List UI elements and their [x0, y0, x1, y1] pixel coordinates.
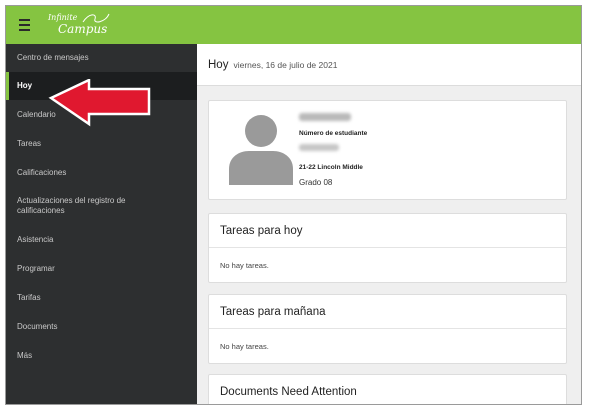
- sidebar-item-documents[interactable]: Documents: [6, 312, 197, 341]
- red-arrow-annotation-icon: [48, 79, 151, 127]
- sidebar-item-mas[interactable]: Más: [6, 341, 197, 370]
- sidebar-item-label: Tarifas: [17, 292, 41, 302]
- sidebar-item-label: Más: [17, 350, 33, 360]
- sidebar-item-label: Documents: [17, 321, 58, 331]
- documents-attention-title: Documents Need Attention: [220, 386, 357, 398]
- tasks-tomorrow-card: Tareas para mañana No hay tareas.: [208, 294, 567, 364]
- tasks-tomorrow-empty: No hay tareas.: [220, 341, 269, 351]
- sidebar-item-label: Programar: [17, 263, 55, 273]
- page-header: Hoy viernes, 16 de julio de 2021: [197, 44, 581, 86]
- sidebar-item-calificaciones[interactable]: Calificaciones: [6, 158, 197, 187]
- sidebar-item-centro-de-mensajes[interactable]: Centro de mensajes: [6, 44, 197, 72]
- documents-attention-card: Documents Need Attention: [208, 374, 567, 404]
- main-content: Hoy viernes, 16 de julio de 2021 Número …: [197, 44, 581, 404]
- grade-level: Grado 08: [299, 178, 333, 187]
- logo-swoosh-icon: [82, 13, 110, 23]
- tasks-tomorrow-title: Tareas para mañana: [209, 295, 566, 329]
- sidebar-item-label: Actualizaciones del registro de califica…: [17, 196, 126, 215]
- sidebar-item-tareas[interactable]: Tareas: [6, 129, 197, 158]
- sidebar-item-programar[interactable]: Programar: [6, 254, 197, 283]
- tasks-today-title: Tareas para hoy: [209, 214, 566, 248]
- page-title: Hoy: [208, 58, 229, 71]
- sidebar-item-asistencia[interactable]: Asistencia: [6, 225, 197, 254]
- sidebar-item-label: Hoy: [17, 81, 33, 90]
- tasks-today-empty: No hay tareas.: [220, 260, 269, 270]
- top-bar: Infinite Campus: [6, 6, 581, 44]
- student-number-redacted: [299, 144, 339, 151]
- sidebar-item-label: Calificaciones: [17, 167, 67, 177]
- tasks-today-card: Tareas para hoy No hay tareas.: [208, 213, 567, 283]
- app-window: Infinite Campus Centro de mensajes Hoy C…: [5, 5, 582, 405]
- sidebar-item-tarifas[interactable]: Tarifas: [6, 283, 197, 312]
- sidebar-item-label: Centro de mensajes: [17, 53, 89, 62]
- avatar-icon: [229, 115, 293, 185]
- student-name-redacted: [299, 113, 351, 121]
- sidebar-item-label: Tareas: [17, 138, 42, 148]
- sidebar-item-label: Asistencia: [17, 234, 54, 244]
- page-date: viernes, 16 de julio de 2021: [233, 59, 338, 70]
- logo-line-1: Infinite: [48, 13, 78, 22]
- school-name: 21-22 Lincoln Middle: [299, 164, 363, 171]
- student-number-label: Número de estudiante: [299, 130, 368, 137]
- hamburger-menu-icon[interactable]: [12, 13, 36, 37]
- student-profile-card: Número de estudiante 21-22 Lincoln Middl…: [208, 100, 567, 200]
- sidebar-item-actualizaciones[interactable]: Actualizaciones del registro de califica…: [6, 187, 197, 225]
